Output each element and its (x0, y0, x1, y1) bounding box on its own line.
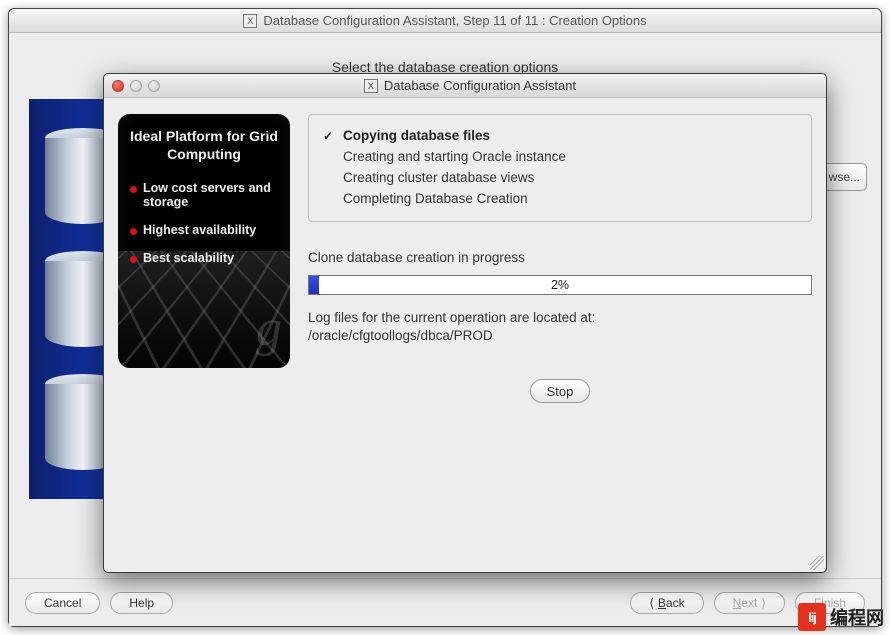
progress-column: ✓ Copying database files Creating and st… (308, 114, 812, 560)
java-icon: X (364, 79, 378, 93)
chevron-left-icon: ⟨ (649, 596, 654, 610)
parent-body: Select the database creation options wse… (9, 33, 881, 626)
modal-title: Database Configuration Assistant (384, 78, 576, 93)
step-label: Copying database files (343, 128, 490, 143)
stop-button[interactable]: Stop (530, 379, 591, 403)
step-label: Completing Database Creation (343, 191, 528, 206)
log-intro: Log files for the current operation are … (308, 309, 812, 327)
promo-item-label: Highest availability (143, 223, 256, 237)
promo-item: Best scalability (130, 251, 278, 265)
parent-window-title: Database Configuration Assistant, Step 1… (263, 13, 646, 28)
promo-item: Highest availability (130, 223, 278, 237)
next-label: ext (741, 596, 757, 610)
modal-titlebar[interactable]: X Database Configuration Assistant (104, 74, 826, 98)
step-row: Creating cluster database views (323, 167, 797, 188)
back-mnemonic: B (658, 596, 666, 610)
help-button[interactable]: Help (110, 592, 173, 614)
promo-heading: Ideal Platform for Grid Computing (130, 128, 278, 163)
progress-dialog: X Database Configuration Assistant Ideal… (103, 73, 827, 573)
check-icon: ✓ (323, 129, 335, 143)
next-mnemonic: N (733, 596, 742, 610)
promo-glyph: g (256, 299, 282, 358)
progress-percent: 2% (309, 276, 811, 294)
step-row: Completing Database Creation (323, 188, 797, 209)
step-label: Creating cluster database views (343, 170, 534, 185)
site-watermark: lij 编程网 (798, 603, 884, 631)
modal-body: Ideal Platform for Grid Computing Low co… (104, 98, 826, 572)
wizard-nav-bar: Cancel Help ⟨ Back Next ⟩ Finish (9, 578, 881, 626)
chevron-right-icon: ⟩ (761, 596, 766, 610)
next-button: Next ⟩ (714, 592, 785, 614)
log-path: /oracle/cfgtoollogs/dbca/PROD (308, 327, 812, 345)
bullet-icon (130, 186, 137, 193)
bullet-icon (130, 228, 137, 235)
parent-window: X Database Configuration Assistant, Step… (8, 8, 882, 627)
java-icon: X (243, 14, 257, 28)
progress-bar: 2% (308, 275, 812, 295)
bullet-icon (130, 256, 137, 263)
step-row: ✓ Copying database files (323, 125, 797, 146)
promo-item-label: Low cost servers and storage (143, 181, 278, 209)
status-label: Clone database creation in progress (308, 250, 812, 265)
resize-grip-icon[interactable] (810, 556, 824, 570)
step-label: Creating and starting Oracle instance (343, 149, 566, 164)
back-label: ack (666, 596, 685, 610)
log-location: Log files for the current operation are … (308, 309, 812, 345)
step-row: Creating and starting Oracle instance (323, 146, 797, 167)
promo-item-label: Best scalability (143, 251, 234, 265)
promo-item: Low cost servers and storage (130, 181, 278, 209)
promo-card: Ideal Platform for Grid Computing Low co… (118, 114, 290, 368)
watermark-text: 编程网 (830, 604, 884, 630)
cancel-button[interactable]: Cancel (25, 592, 100, 614)
back-button[interactable]: ⟨ Back (630, 592, 703, 614)
steps-box: ✓ Copying database files Creating and st… (308, 114, 812, 222)
watermark-badge: lij (798, 603, 826, 631)
parent-titlebar: X Database Configuration Assistant, Step… (9, 9, 881, 33)
